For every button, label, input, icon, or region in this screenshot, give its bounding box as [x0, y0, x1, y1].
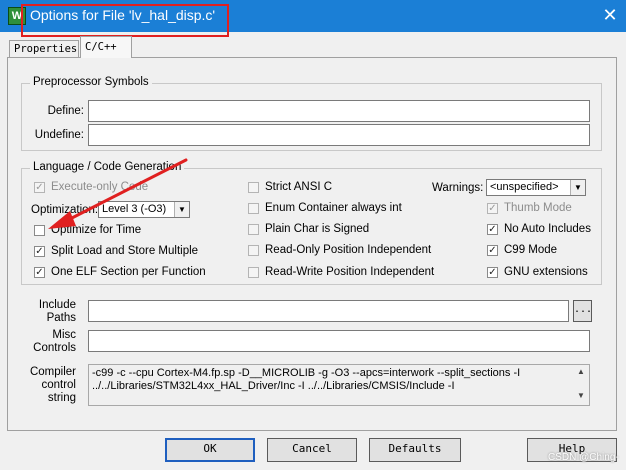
undefine-input[interactable]	[88, 124, 590, 146]
close-icon: ✕	[602, 5, 618, 25]
execute-only-code-label: Execute-only Code	[51, 181, 149, 193]
strict-ansi-c-label: Strict ANSI C	[265, 181, 333, 193]
ro-position-independent-checkbox[interactable]	[248, 245, 259, 256]
include-paths-input[interactable]	[88, 300, 569, 322]
c99-mode-label: C99 Mode	[504, 244, 558, 256]
watermark-text: CSDN @Ching-	[548, 452, 619, 463]
chevron-down-icon: ▼	[174, 202, 189, 217]
compiler-control-string-box[interactable]: -c99 -c --cpu Cortex-M4.fp.sp -D__MICROL…	[88, 364, 590, 406]
define-label: Define:	[47, 105, 84, 117]
cancel-button[interactable]: Cancel	[267, 438, 357, 462]
plain-char-signed-checkbox[interactable]	[248, 224, 259, 235]
compiler-control-string-label: Compiler control string	[29, 366, 76, 404]
tab-cc[interactable]: C/C++	[80, 36, 132, 58]
undefine-label: Undefine:	[34, 129, 84, 141]
close-button[interactable]: ✕	[598, 3, 622, 27]
defaults-button[interactable]: Defaults	[369, 438, 461, 462]
gnu-extensions-label: GNU extensions	[504, 266, 588, 278]
optimization-select[interactable]: Level 3 (-O3) ▼	[98, 201, 190, 218]
enum-container-checkbox[interactable]	[248, 203, 259, 214]
rw-position-independent-label: Read-Write Position Independent	[265, 266, 435, 278]
title-highlight-box	[21, 4, 229, 37]
no-auto-includes-label: No Auto Includes	[504, 223, 591, 235]
one-elf-section-checkbox[interactable]: ✓	[34, 267, 45, 278]
thumb-mode-label: Thumb Mode	[504, 202, 572, 214]
optimize-for-time-label: Optimize for Time	[51, 224, 142, 236]
warnings-value: <unspecified>	[490, 181, 559, 193]
tab-properties[interactable]: Properties	[9, 40, 79, 57]
no-auto-includes-checkbox[interactable]: ✓	[487, 224, 498, 235]
ok-button[interactable]: OK	[165, 438, 255, 462]
one-elf-section-label: One ELF Section per Function	[51, 266, 206, 278]
strict-ansi-c-checkbox[interactable]	[248, 182, 259, 193]
execute-only-code-checkbox[interactable]: ✓	[34, 182, 45, 193]
scroll-down-icon[interactable]: ▼	[574, 391, 588, 403]
split-load-store-label: Split Load and Store Multiple	[51, 245, 199, 257]
warnings-select[interactable]: <unspecified> ▼	[486, 179, 586, 196]
misc-controls-label: Misc Controls	[33, 329, 76, 354]
warnings-label: Warnings:	[432, 182, 484, 194]
compiler-string-scrollbar[interactable]: ▲ ▼	[574, 365, 588, 405]
split-load-store-checkbox[interactable]: ✓	[34, 246, 45, 257]
optimize-for-time-checkbox[interactable]	[34, 225, 45, 236]
misc-controls-input[interactable]	[88, 330, 590, 352]
compiler-string-line-2: ../../Libraries/STM32L4xx_HAL_Driver/Inc…	[92, 380, 455, 392]
scroll-up-icon[interactable]: ▲	[574, 367, 588, 379]
gnu-extensions-checkbox[interactable]: ✓	[487, 267, 498, 278]
include-paths-label: Include Paths	[38, 299, 76, 324]
plain-char-signed-label: Plain Char is Signed	[265, 223, 370, 235]
optimization-label: Optimization:	[31, 204, 99, 216]
compiler-string-line-1: -c99 -c --cpu Cortex-M4.fp.sp -D__MICROL…	[92, 367, 521, 379]
thumb-mode-checkbox[interactable]: ✓	[487, 203, 498, 214]
browse-include-paths-button[interactable]: ...	[573, 300, 592, 322]
define-input[interactable]	[88, 100, 590, 122]
chevron-down-icon: ▼	[570, 180, 585, 195]
preprocessor-symbols-label: Preprocessor Symbols	[30, 76, 152, 88]
optimization-value: Level 3 (-O3)	[102, 203, 167, 215]
enum-container-label: Enum Container always int	[265, 202, 402, 214]
c99-mode-checkbox[interactable]: ✓	[487, 245, 498, 256]
rw-position-independent-checkbox[interactable]	[248, 267, 259, 278]
ro-position-independent-label: Read-Only Position Independent	[265, 244, 432, 256]
language-code-generation-label: Language / Code Generation	[30, 161, 185, 173]
